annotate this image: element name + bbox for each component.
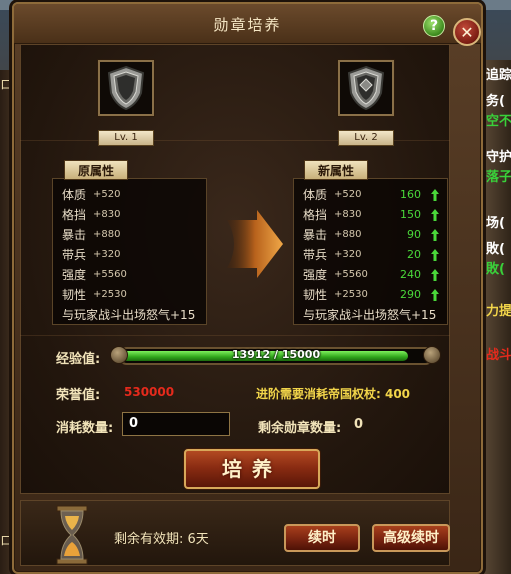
experience-bar: 13912 / 15000: [110, 346, 441, 365]
attribute-name: 格挡: [303, 208, 328, 222]
attribute-increase: 290: [400, 288, 421, 301]
attribute-increase: 150: [400, 208, 421, 221]
attribute-row: 体质 +520 160: [303, 185, 448, 205]
attribute-value: +830: [93, 209, 121, 220]
train-button[interactable]: 培养: [184, 449, 320, 489]
attribute-name: 体质: [303, 188, 328, 202]
quest-tracker-text[interactable]: 力提: [486, 300, 511, 319]
attribute-increase: 20: [407, 248, 421, 261]
attribute-value: +320: [93, 249, 121, 260]
attribute-value: +2530: [93, 289, 127, 300]
attribute-row: 带兵 +320 20: [303, 245, 448, 265]
attribute-name: 暴击: [62, 228, 87, 242]
advanced-renew-button[interactable]: 高级续时: [372, 524, 450, 552]
attribute-row: 韧性 +2530: [62, 285, 207, 305]
quest-tracker-text[interactable]: 敗(: [486, 258, 505, 277]
quest-tracker-text[interactable]: 空不: [486, 110, 511, 129]
attribute-name: 韧性: [62, 288, 87, 302]
consume-quantity-input[interactable]: 0: [122, 412, 230, 436]
new-attributes-header: 新属性: [304, 160, 368, 180]
attribute-row: 格挡 +830 150: [303, 205, 448, 225]
quest-tracker-text[interactable]: 落子: [486, 166, 511, 185]
validity-value: 6天: [187, 532, 209, 547]
quest-tracker-text[interactable]: 场(: [486, 212, 505, 231]
shield-medal-icon: [107, 65, 145, 111]
renew-button[interactable]: 续时: [284, 524, 360, 552]
attribute-row: 韧性 +2530 290: [303, 285, 448, 305]
increase-arrow-icon: [431, 269, 439, 281]
next-medal-level: Lv. 2: [338, 130, 394, 146]
validity-text: 剩余有效期: 6天: [114, 528, 209, 547]
attribute-row: 强度 +5560: [62, 265, 207, 285]
increase-arrow-icon: [431, 289, 439, 301]
quest-tracker-text[interactable]: 战斗: [486, 344, 511, 363]
increase-arrow-icon: [431, 209, 439, 221]
validity-label: 剩余有效期:: [114, 532, 184, 547]
current-medal-level: Lv. 1: [98, 130, 154, 146]
new-attributes-footer: 与玩家战斗出场怒气+15: [303, 308, 437, 322]
attribute-value: +5560: [334, 269, 368, 280]
increase-arrow-icon: [431, 189, 439, 201]
consume-quantity-label: 消耗数量:: [56, 421, 114, 436]
experience-value: 13912 / 15000: [231, 348, 321, 361]
remaining-medals-value: 0: [354, 417, 364, 432]
quest-tracker-text[interactable]: 守护: [486, 146, 511, 165]
shield-medal-icon: [347, 65, 385, 111]
dialog-title-bar[interactable]: 勋章培养 ? ✕: [14, 4, 481, 46]
attribute-row: 暴击 +880: [62, 225, 207, 245]
honor-label: 荣誉值:: [56, 388, 101, 403]
next-medal[interactable]: [338, 60, 394, 116]
attribute-value: +520: [93, 189, 121, 200]
experience-label: 经验值:: [56, 352, 101, 367]
attribute-value: +520: [334, 189, 362, 200]
experience-bar-left-cap: [110, 346, 128, 364]
upgrade-cost-text: 进阶需要消耗帝国权杖: 400: [256, 387, 411, 401]
attribute-name: 暴击: [303, 228, 328, 242]
attribute-value: +2530: [334, 289, 368, 300]
attribute-value: +880: [93, 229, 121, 240]
attribute-row: 暴击 +880 90: [303, 225, 448, 245]
attribute-increase: 160: [400, 188, 421, 201]
attribute-value: +320: [334, 249, 362, 260]
attribute-value: +880: [334, 229, 362, 240]
original-attributes-header: 原属性: [64, 160, 128, 180]
attribute-increase: 240: [400, 268, 421, 281]
dialog-title: 勋章培养: [213, 16, 282, 34]
attribute-value: +830: [334, 209, 362, 220]
honor-value: 530000: [124, 385, 175, 399]
attribute-row: 强度 +5560 240: [303, 265, 448, 285]
attribute-row: 带兵 +320: [62, 245, 207, 265]
attribute-row: 体质 +520: [62, 185, 207, 205]
attribute-name: 强度: [62, 268, 87, 282]
hourglass-icon: [56, 505, 88, 565]
attribute-row: 格挡 +830: [62, 205, 207, 225]
increase-arrow-icon: [431, 229, 439, 241]
attribute-name: 强度: [303, 268, 328, 282]
experience-bar-right-cap: [423, 346, 441, 364]
close-button[interactable]: ✕: [453, 18, 481, 46]
help-button[interactable]: ?: [423, 15, 445, 37]
remaining-medals-label: 剩余勋章数量:: [258, 421, 342, 436]
attribute-name: 体质: [62, 188, 87, 202]
attribute-value: +5560: [93, 269, 127, 280]
quest-tracker-text[interactable]: 务(: [486, 90, 505, 109]
quest-tracker-text[interactable]: 追踪: [486, 64, 511, 83]
original-attributes-footer: 与玩家战斗出场怒气+15: [62, 308, 196, 322]
divider: [20, 335, 450, 336]
upgrade-arrow-icon: [227, 210, 283, 278]
attribute-increase: 90: [407, 228, 421, 241]
attribute-name: 带兵: [303, 248, 328, 262]
attribute-name: 带兵: [62, 248, 87, 262]
quest-tracker-text[interactable]: 敗(: [486, 238, 505, 257]
attribute-name: 格挡: [62, 208, 87, 222]
current-medal[interactable]: [98, 60, 154, 116]
attribute-name: 韧性: [303, 288, 328, 302]
increase-arrow-icon: [431, 249, 439, 261]
